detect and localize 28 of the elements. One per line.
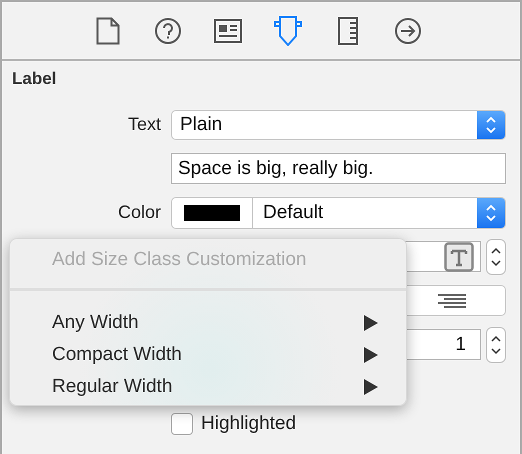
- document-icon: [96, 16, 120, 44]
- stepper-arrows-icon: [477, 110, 505, 138]
- align-right-icon: [438, 294, 466, 308]
- field-label: Text: [126, 114, 161, 135]
- checkbox-label: Highlighted: [201, 413, 296, 435]
- arrow-circle-icon: [394, 16, 422, 44]
- ruler-icon: [338, 16, 358, 44]
- help-icon: [154, 16, 182, 44]
- menu-item[interactable]: Regular Width: [10, 371, 406, 403]
- id-card-icon: [214, 18, 242, 42]
- font-icon: [444, 242, 474, 272]
- checkbox[interactable]: [171, 413, 193, 435]
- menu-item[interactable]: Compact Width: [10, 339, 406, 371]
- submenu-arrow-icon: [364, 347, 378, 363]
- shield-icon: [274, 16, 302, 46]
- text-field[interactable]: Space is big, really big.: [171, 153, 506, 184]
- menu-title: Add Size Class Customization: [52, 249, 306, 270]
- submenu-arrow-icon: [364, 379, 378, 395]
- stepper[interactable]: [486, 238, 506, 274]
- section-title: Label: [12, 69, 58, 89]
- submenu-arrow-icon: [364, 315, 378, 331]
- stepper-arrows-icon: [477, 198, 505, 228]
- menu-item[interactable]: Any Width: [10, 307, 406, 339]
- field-label: Color: [116, 202, 161, 223]
- color-popup[interactable]: Default: [171, 196, 506, 228]
- color-swatch: [184, 204, 240, 220]
- stepper[interactable]: [486, 326, 506, 362]
- text-type-popup[interactable]: Plain: [171, 110, 506, 140]
